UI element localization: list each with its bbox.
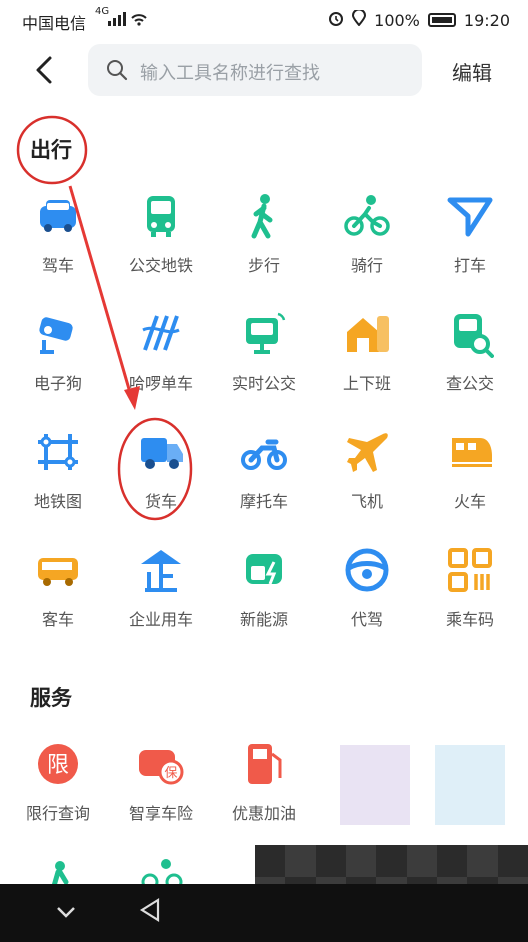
tool-label: 查公交 [445,374,494,393]
top-bar: 输入工具名称进行查找 编辑 [0,42,528,98]
ev-icon [240,546,288,594]
motorcycle-icon [240,428,288,476]
tool-label: 智享车险 [128,804,193,823]
tool-label: 飞机 [350,492,383,511]
nav-back-icon[interactable] [138,896,162,924]
tool-item-car[interactable]: 驾车 [6,192,110,276]
tool-label: 企业用车 [128,610,193,629]
enterprise-car-icon [137,546,185,594]
bike-icon [343,192,391,240]
tool-label: 驾车 [41,256,74,275]
battery-percent: 100% [374,10,420,30]
tool-item-qr-code[interactable]: 乘车码 [418,546,522,630]
tool-label: 打车 [453,256,486,275]
camera-icon [34,310,82,358]
tool-item-walk[interactable]: 步行 [212,192,316,276]
bus-search-icon [446,310,494,358]
blurred-icon-2 [435,745,505,825]
tool-item-truck[interactable]: 货车 [109,428,213,512]
location-icon [352,8,367,30]
truck-icon [137,428,185,476]
status-bar: 中国电信 4G 100% 19:20 [0,0,528,40]
tool-item-bike[interactable]: 骑行 [315,192,419,276]
section-title-travel: 出行 [30,138,72,162]
tool-label: 货车 [144,492,177,511]
tool-label: 步行 [247,256,280,275]
search-placeholder: 输入工具名称进行查找 [140,63,320,84]
tool-label: 电子狗 [33,374,82,393]
tool-item-insurance[interactable]: 保智享车险 [109,740,213,824]
tool-label: 代驾 [350,610,383,629]
blurred-icon-1 [340,745,410,825]
tool-item-bus[interactable]: 公交地铁 [109,192,213,276]
tool-item-train[interactable]: 火车 [418,428,522,512]
tool-item-plane[interactable]: 飞机 [315,428,419,512]
tool-item-realtime-bus[interactable]: 实时公交 [212,310,316,394]
subway-map-icon [34,428,82,476]
battery-icon [427,13,456,27]
tool-item-motorcycle[interactable]: 摩托车 [212,428,316,512]
tool-item-camera[interactable]: 电子狗 [6,310,110,394]
nav-down-icon[interactable] [54,904,78,920]
tool-label: 实时公交 [231,374,296,393]
bus-icon [137,192,185,240]
tool-item-taxi[interactable]: 打车 [418,192,522,276]
tool-label: 优惠加油 [231,804,296,823]
tool-item-fuel[interactable]: 优惠加油 [212,740,316,824]
signal-icon [108,11,148,31]
tool-label: 乘车码 [445,610,494,629]
insurance-icon: 保 [137,740,185,788]
tool-label: 骑行 [350,256,383,275]
network-type: 4G [95,6,110,17]
tool-label: 火车 [453,492,486,511]
tool-label: 公交地铁 [128,256,193,275]
svg-text:保: 保 [164,766,177,781]
tool-label: 地铁图 [33,492,82,511]
qr-code-icon [446,546,494,594]
tool-item-bus-search[interactable]: 查公交 [418,310,522,394]
tool-item-restriction[interactable]: 限限行查询 [6,740,110,824]
taxi-icon [446,192,494,240]
chevron-left-icon [36,56,52,84]
tool-item-enterprise-car[interactable]: 企业用车 [109,546,213,630]
car-icon [34,192,82,240]
tool-item-commute[interactable]: 上下班 [315,310,419,394]
clock: 19:20 [463,10,510,30]
fuel-icon [240,740,288,788]
tool-label: 摩托车 [239,492,288,511]
back-button[interactable] [30,50,64,90]
section-title-service: 服务 [30,686,72,710]
train-icon [446,428,494,476]
tool-label: 客车 [41,610,74,629]
tool-item-steering-wheel[interactable]: 代驾 [315,546,419,630]
edit-button[interactable]: 编辑 [452,57,492,86]
realtime-bus-icon [240,310,288,358]
plane-icon [343,428,391,476]
alarm-icon [328,10,344,30]
hello-bike-icon [137,310,185,358]
tool-item-ev[interactable]: 新能源 [212,546,316,630]
tool-item-subway-map[interactable]: 地铁图 [6,428,110,512]
steering-wheel-icon [343,546,391,594]
system-nav-bar [0,884,528,942]
svg-text:限: 限 [47,753,69,778]
coach-icon [34,546,82,594]
tool-item-hello-bike[interactable]: 哈啰单车 [109,310,213,394]
tool-label: 限行查询 [25,804,90,823]
tool-label: 哈啰单车 [128,374,193,393]
search-input[interactable]: 输入工具名称进行查找 [88,44,422,96]
carrier-label: 中国电信 [22,14,87,33]
tool-label: 新能源 [239,610,288,629]
walk-icon [240,192,288,240]
tool-label: 上下班 [342,374,391,393]
restriction-icon: 限 [34,740,82,788]
search-icon [107,60,128,81]
tool-item-coach[interactable]: 客车 [6,546,110,630]
commute-icon [343,310,391,358]
